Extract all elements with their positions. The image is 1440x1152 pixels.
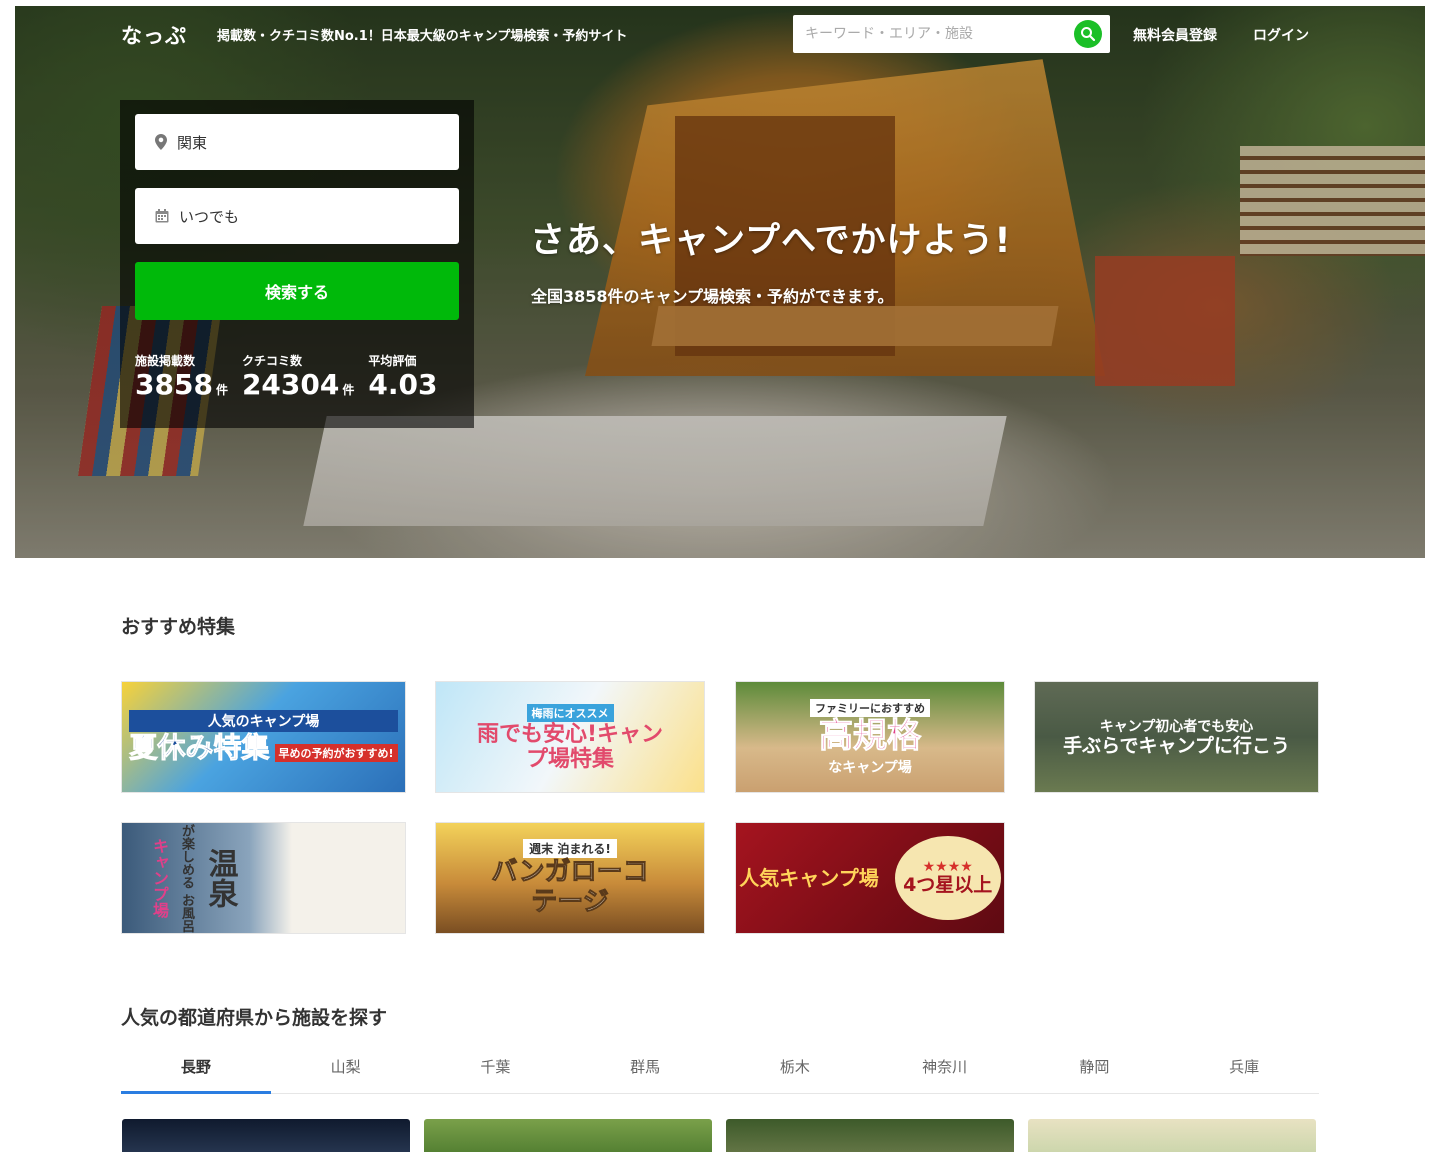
stat-facilities: 施設掲載数 3858 件 xyxy=(135,352,228,401)
campsite-thumbnail[interactable] xyxy=(424,1119,712,1152)
stat-reviews: クチコミ数 24304 件 xyxy=(242,352,354,401)
banner-sub: キャンプ場 xyxy=(150,838,169,918)
campsite-thumbnail[interactable] xyxy=(122,1119,410,1152)
features-title: おすすめ特集 xyxy=(121,616,236,638)
feature-banner-rainy[interactable]: 梅雨にオススメ 雨でも安心!キャンプ場特集 xyxy=(435,681,705,793)
banner-sub: 週末 泊まれる! xyxy=(523,839,617,859)
banner-main: 手ぶらでキャンプに行こう xyxy=(1063,735,1290,758)
date-value: いつでも xyxy=(179,207,240,226)
prefectures-title: 人気の都道府県から施設を探す xyxy=(121,1007,388,1029)
search-panel: 関東 いつでも 検索する 施設掲載数 3858 件 クチコミ数 24304 件 平均… xyxy=(120,100,474,428)
stat-value: 24304 xyxy=(241,368,340,401)
campsite-thumbnail[interactable] xyxy=(726,1119,1014,1152)
stat-label: 平均評価 xyxy=(368,354,417,368)
search-icon xyxy=(1081,27,1096,42)
banner-sub: 人気キャンプ場 xyxy=(739,865,879,890)
feature-banner-top-rated[interactable]: 人気キャンプ場 ★★★★ 4つ星以上 xyxy=(735,822,1005,934)
banner-main: 高規格 xyxy=(819,716,922,757)
area-select[interactable]: 関東 xyxy=(135,114,459,170)
banner-extra: 早めの予約がおすすめ! xyxy=(274,743,398,762)
tab-shizuoka[interactable]: 静岡 xyxy=(1020,1048,1170,1093)
tab-gunma[interactable]: 群馬 xyxy=(570,1048,720,1093)
banner-sub: キャンプ初心者でも安心 xyxy=(1099,719,1254,736)
date-select[interactable]: いつでも xyxy=(135,188,459,244)
tab-hyogo[interactable]: 兵庫 xyxy=(1169,1048,1319,1093)
banner-extra: ★★★★ xyxy=(922,859,973,876)
map-pin-icon xyxy=(155,134,167,150)
banner-main: 雨でも安心!キャンプ場特集 xyxy=(476,721,664,772)
hero-subtitle: 全国3858件のキャンプ場検索・予約ができます。 xyxy=(531,287,894,306)
banner-main: 4つ星以上 xyxy=(903,874,993,897)
feature-banner-glamping[interactable]: ファミリーにおすすめ 高規格 なキャンプ場 xyxy=(735,681,1005,793)
search-submit-button[interactable]: 検索する xyxy=(135,262,459,320)
keyword-search-input[interactable] xyxy=(793,15,1074,53)
stat-label: 施設掲載数 xyxy=(135,354,196,368)
login-link[interactable]: ログイン xyxy=(1253,25,1309,45)
banner-extra: が楽しめる お風呂 xyxy=(179,823,194,933)
tab-tochigi[interactable]: 栃木 xyxy=(720,1048,870,1093)
prefecture-tabs: 長野 山梨 千葉 群馬 栃木 神奈川 静岡 兵庫 xyxy=(121,1048,1319,1094)
stat-value: 3858 xyxy=(135,368,213,401)
banner-sub: 人気のキャンプ場 xyxy=(129,709,398,732)
stat-unit: 件 xyxy=(215,383,228,397)
banner-extra: なキャンプ場 xyxy=(828,759,912,776)
register-link[interactable]: 無料会員登録 xyxy=(1133,25,1217,45)
site-logo[interactable]: なっぷ xyxy=(121,20,187,50)
feature-banner-summer[interactable]: 人気のキャンプ場 夏休み特集 早めの予約がおすすめ! xyxy=(121,681,406,793)
feature-banner-bungalow[interactable]: 週末 泊まれる! バンガローコテージ xyxy=(435,822,705,934)
banner-main: 夏休み特集 xyxy=(129,730,270,764)
keyword-search xyxy=(793,15,1110,53)
banner-main: 温泉 xyxy=(202,848,238,908)
banner-sub: 梅雨にオススメ xyxy=(526,703,614,722)
search-button[interactable] xyxy=(1074,20,1102,48)
stat-rating: 平均評価 4.03 xyxy=(368,352,437,401)
tab-yamanashi[interactable]: 山梨 xyxy=(271,1048,421,1093)
tab-chiba[interactable]: 千葉 xyxy=(421,1048,571,1093)
site-tagline: 掲載数・クチコミ数No.1！日本最大級のキャンプ場検索・予約サイト xyxy=(217,29,628,44)
feature-banner-onsen[interactable]: キャンプ場 が楽しめる お風呂 温泉 xyxy=(121,822,406,934)
campsite-thumbnail[interactable] xyxy=(1028,1119,1316,1152)
hero-title: さあ、キャンプへでかけよう! xyxy=(530,221,1012,261)
banner-sub: ファミリーにおすすめ xyxy=(810,699,930,718)
stat-unit: 件 xyxy=(342,383,355,397)
calendar-icon xyxy=(155,209,169,223)
tab-kanagawa[interactable]: 神奈川 xyxy=(870,1048,1020,1093)
area-value: 関東 xyxy=(177,133,208,152)
feature-banner-rental[interactable]: キャンプ初心者でも安心 手ぶらでキャンプに行こう xyxy=(1034,681,1319,793)
stat-label: クチコミ数 xyxy=(241,354,302,368)
rating-badge: ★★★★ 4つ星以上 xyxy=(894,836,1001,920)
stat-value: 4.03 xyxy=(368,368,438,401)
tab-nagano[interactable]: 長野 xyxy=(121,1048,271,1094)
site-stats: 施設掲載数 3858 件 クチコミ数 24304 件 平均評価 4.03 xyxy=(135,352,451,401)
banner-main: バンガローコテージ xyxy=(491,857,649,918)
